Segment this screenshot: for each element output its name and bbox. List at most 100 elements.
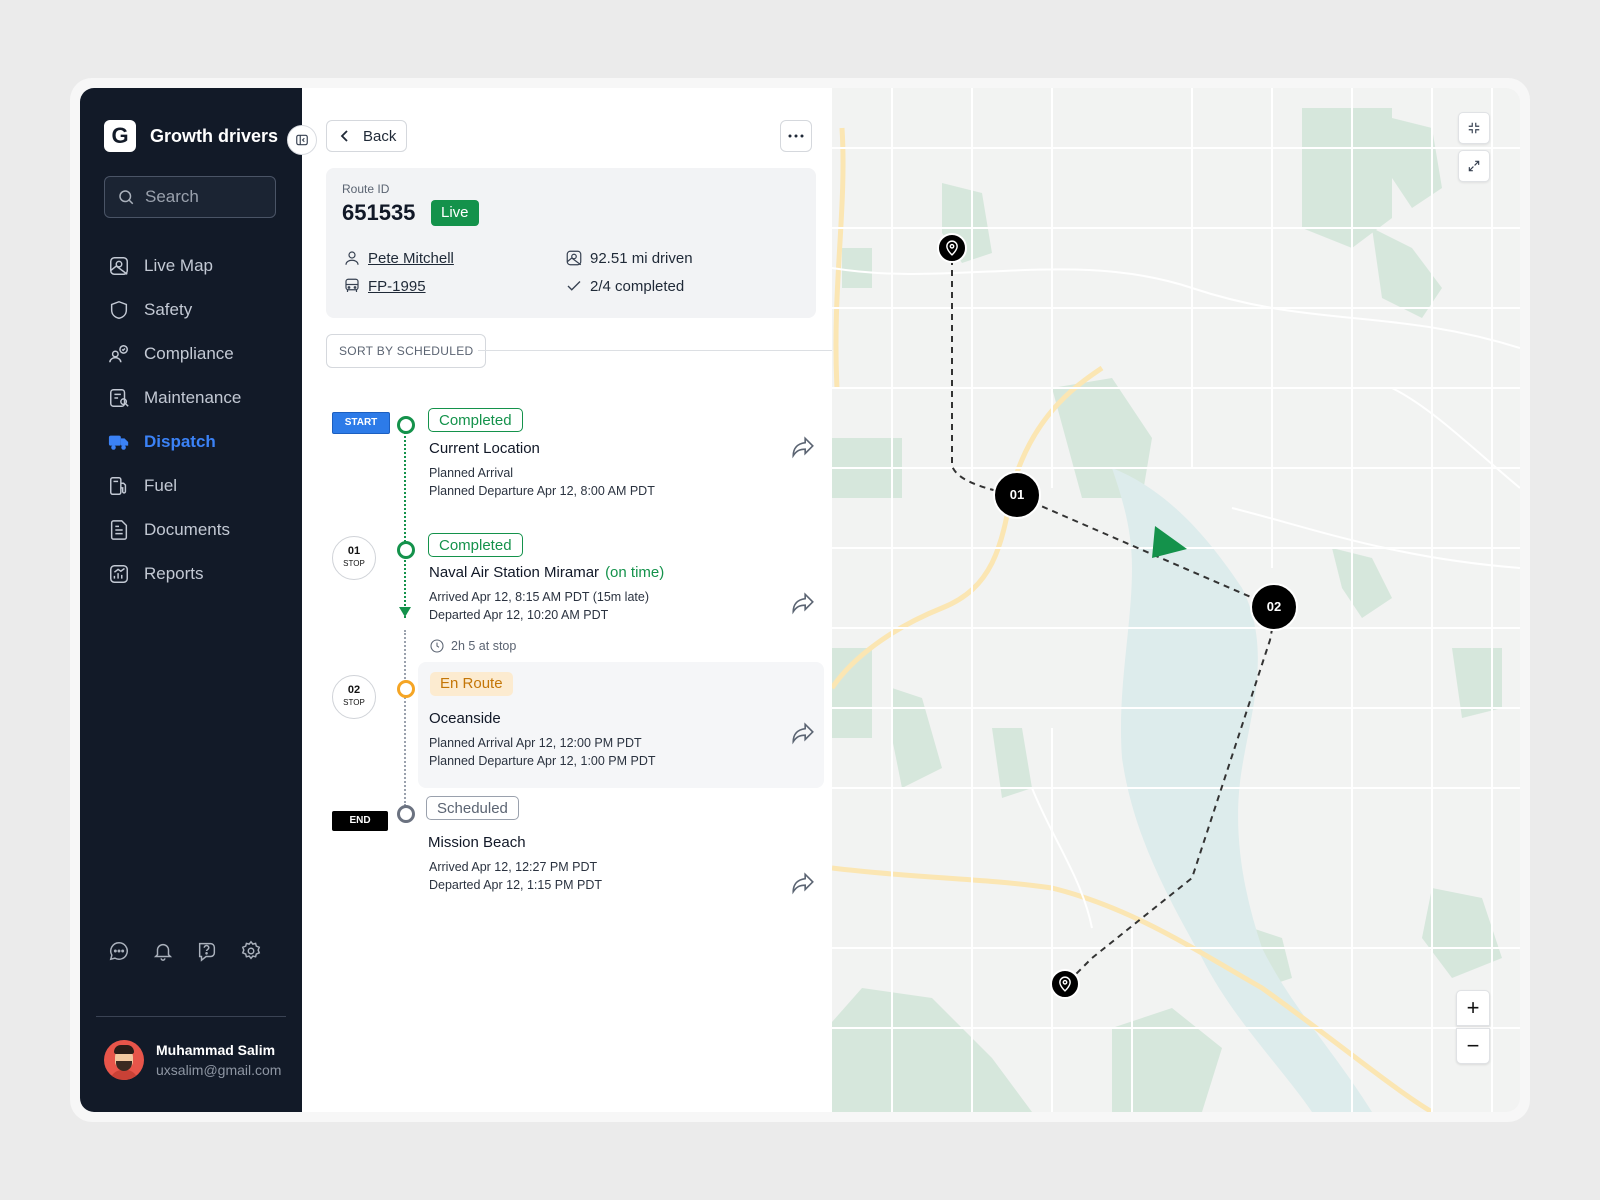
map-icon <box>564 248 584 268</box>
stop-title[interactable]: Current Location <box>429 440 540 457</box>
stop-title[interactable]: Oceanside <box>429 710 501 727</box>
status-badge: Completed <box>428 533 523 557</box>
gear-icon[interactable] <box>240 940 262 962</box>
stop-title[interactable]: Mission Beach <box>428 834 526 851</box>
maintenance-icon <box>108 387 130 409</box>
distance-info: 92.51 mi driven <box>564 248 693 268</box>
sidebar-collapse-icon <box>296 134 308 146</box>
map-icon <box>108 255 130 277</box>
zoom-out-button[interactable]: − <box>1456 1028 1490 1064</box>
back-button[interactable]: Back <box>326 120 408 152</box>
sort-divider <box>478 350 832 351</box>
search-box[interactable] <box>104 176 276 218</box>
avatar <box>104 1040 144 1080</box>
sidebar-item-label: Documents <box>144 520 230 539</box>
user-name: Muhammad Salim <box>156 1042 276 1058</box>
vehicle-info: FP-1995 <box>342 276 426 296</box>
sidebar-item-label: Compliance <box>144 344 234 363</box>
stop-duration: 2h 5 at stop <box>429 638 516 654</box>
route-map[interactable]: 01 02 + − <box>832 88 1520 1112</box>
driver-link[interactable]: Pete Mitchell <box>368 250 454 267</box>
search-icon <box>119 190 134 205</box>
share-icon[interactable] <box>790 720 816 746</box>
sidebar-item-documents[interactable]: Documents <box>108 508 288 552</box>
stop-departure: Departed Apr 12, 10:20 AM PDT <box>429 608 609 622</box>
status-badge: Scheduled <box>426 796 519 820</box>
brand-name: Growth drivers <box>150 125 279 146</box>
document-icon <box>108 519 130 541</box>
sidebar-item-label: Live Map <box>144 256 213 275</box>
shield-icon <box>108 299 130 321</box>
stop-title[interactable]: Naval Air Station Miramar (on time) <box>429 564 664 581</box>
brand[interactable]: G Growth drivers <box>104 120 278 152</box>
start-pin-marker[interactable] <box>937 233 967 263</box>
vehicle-icon <box>342 276 362 296</box>
app-window: G Growth drivers Live Map Safety <box>80 88 1520 1112</box>
sidebar-divider <box>96 1016 286 1017</box>
distance-text: 92.51 mi driven <box>590 249 693 267</box>
vehicle-link[interactable]: FP-1995 <box>368 278 426 295</box>
status-badge: En Route <box>430 672 513 696</box>
sort-button[interactable]: SORT BY SCHEDULED <box>326 334 487 368</box>
chat-icon[interactable] <box>108 940 130 962</box>
fuel-icon <box>108 475 130 497</box>
map-canvas[interactable] <box>832 88 1520 1112</box>
expand-map-button[interactable] <box>1458 150 1490 182</box>
sidebar-item-fuel[interactable]: Fuel <box>108 464 288 508</box>
driver-info: Pete Mitchell <box>342 248 454 268</box>
clock-icon <box>430 639 444 653</box>
share-icon[interactable] <box>790 590 816 616</box>
route-summary-card: Route ID 651535 Live Pete Mitchell FP-19… <box>326 168 816 318</box>
sidebar-item-safety[interactable]: Safety <box>108 288 288 332</box>
timeline-dot <box>397 805 415 823</box>
status-badge: Live <box>431 200 479 226</box>
collapse-sidebar-button[interactable] <box>287 125 317 155</box>
end-pin-marker[interactable] <box>1050 969 1080 999</box>
sidebar-item-dispatch[interactable]: Dispatch <box>108 420 288 464</box>
sidebar-item-label: Safety <box>144 300 193 319</box>
on-time-note: (on time) <box>605 564 665 581</box>
brand-logo: G <box>104 120 136 152</box>
sidebar-item-reports[interactable]: Reports <box>108 552 288 596</box>
location-pin-icon <box>946 240 958 256</box>
report-icon <box>108 563 130 585</box>
search-input[interactable] <box>143 186 267 208</box>
minimize-icon <box>1468 122 1480 134</box>
sidebar-item-live-map[interactable]: Live Map <box>108 244 288 288</box>
stop-arrival: Arrived Apr 12, 8:15 AM PDT (15m late) <box>429 590 650 604</box>
share-icon[interactable] <box>790 434 816 460</box>
zoom-in-button[interactable]: + <box>1456 990 1490 1026</box>
bell-icon[interactable] <box>152 940 174 962</box>
stop-number-badge: 01 STOP <box>332 536 376 580</box>
user-icon <box>342 248 362 268</box>
user-profile[interactable]: Muhammad Salim uxsalim@gmail.com <box>104 1040 281 1080</box>
help-icon[interactable] <box>196 940 218 962</box>
end-tag: END <box>332 811 388 831</box>
sidebar-item-label: Maintenance <box>144 388 242 407</box>
stop-marker-01[interactable]: 01 <box>993 471 1041 519</box>
sidebar-item-compliance[interactable]: Compliance <box>108 332 288 376</box>
arrow-down-icon <box>399 607 411 617</box>
stop-departure: Planned Departure Apr 12, 1:00 PM PDT <box>429 754 656 768</box>
user-email: uxsalim@gmail.com <box>156 1062 282 1078</box>
route-detail-panel: Back Route ID 651535 Live Pete Mitchell … <box>302 88 832 1112</box>
progress-info: 2/4 completed <box>564 276 684 296</box>
sidebar: G Growth drivers Live Map Safety <box>80 88 302 1112</box>
stop-marker-02[interactable]: 02 <box>1250 583 1298 631</box>
timeline-segment-pending <box>404 630 406 806</box>
expand-icon <box>1468 160 1480 172</box>
status-badge: Completed <box>428 408 523 432</box>
truck-icon <box>108 431 130 453</box>
timeline-dot <box>397 416 415 434</box>
stop-departure: Departed Apr 12, 1:15 PM PDT <box>429 878 603 892</box>
route-id-label: Route ID <box>342 182 390 196</box>
more-options-button[interactable] <box>780 120 812 152</box>
share-icon[interactable] <box>790 870 816 896</box>
sidebar-item-label: Dispatch <box>144 432 216 451</box>
collapse-map-button[interactable] <box>1458 112 1490 144</box>
timeline-segment-completed <box>404 432 406 618</box>
sidebar-item-label: Reports <box>144 564 204 583</box>
chevron-left-icon <box>340 130 348 142</box>
sidebar-nav: Live Map Safety Compliance Maintenance D… <box>108 244 288 596</box>
sidebar-item-maintenance[interactable]: Maintenance <box>108 376 288 420</box>
